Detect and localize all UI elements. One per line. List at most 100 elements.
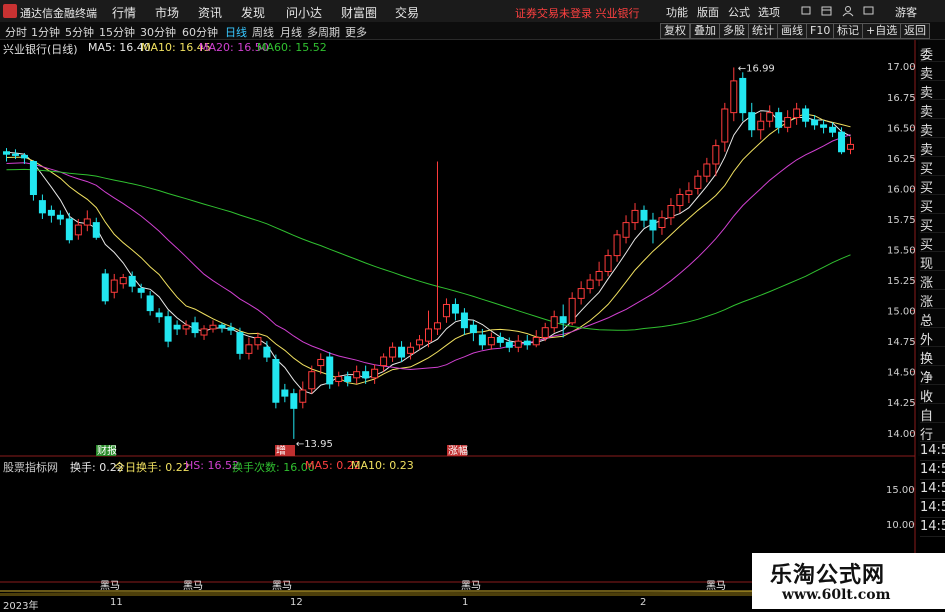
price-tick-label: 16.25 [887, 154, 916, 165]
candle-body [685, 190, 693, 196]
today-huanshou-value: 今日换手: 0.22 [114, 461, 190, 474]
price-tick-label: 16.00 [887, 184, 916, 195]
candle-body [541, 327, 549, 338]
watermark-url: www.60lt.com [782, 587, 891, 603]
candle-body [344, 376, 352, 382]
candle-body [173, 324, 181, 330]
candle-body [218, 324, 226, 329]
candle-body [65, 218, 73, 241]
candle-body [56, 214, 64, 220]
high-price-label: ←16.99 [738, 63, 775, 74]
quote-panel-item: 14:5 [920, 481, 945, 499]
candle-body [425, 328, 432, 342]
candle-body [604, 255, 612, 272]
candle-body [694, 175, 702, 189]
candle-body [847, 143, 855, 150]
candle-body [469, 324, 477, 334]
candle-body [191, 322, 199, 334]
candle-body [308, 371, 316, 390]
candle-body [29, 161, 37, 196]
candle-body [667, 205, 675, 219]
quote-side-panel: 委比卖五卖四卖三卖二卖一买一买二买三买四买五现价涨跌涨幅总量外盘换手净资收益自动… [918, 40, 945, 537]
candle-body [433, 322, 441, 330]
candle-body [272, 358, 280, 403]
candle-body [496, 336, 504, 343]
heima-signal-label: 黑马 [100, 580, 120, 592]
candle-body [460, 312, 468, 329]
quote-panel-item: 现价 [920, 253, 945, 271]
candle-body [164, 316, 172, 342]
candle-body [2, 151, 10, 155]
candle-body [514, 340, 522, 348]
price-tick-label: 16.75 [887, 93, 916, 104]
candle-body [829, 126, 837, 133]
candle-body [200, 328, 208, 336]
quote-panel-item: 自动 [920, 405, 945, 423]
quote-panel-item: 卖三 [920, 101, 945, 119]
candle-body [137, 288, 145, 293]
candle-body [389, 346, 397, 358]
indicator-tick-label: 15.00 [886, 485, 915, 496]
huanshou-count-value: 换手次数: 16.00 [232, 461, 315, 474]
low-price-label: ←13.95 [296, 439, 333, 450]
candle-body [739, 77, 747, 114]
candle-body [263, 346, 271, 358]
candle-body [793, 108, 801, 119]
candle-body [281, 389, 289, 397]
candle-body [613, 234, 621, 257]
indicator-info-bar: 股票指标网 换手: 0.22 今日换手: 0.22 HS: 16.52 换手次数… [0, 458, 915, 475]
date-label: 2 [640, 597, 647, 608]
candle-body [766, 112, 774, 122]
candle-body [380, 356, 388, 367]
price-tick-label: 14.25 [887, 398, 916, 409]
event-marker-label[interactable]: 增 [276, 444, 286, 457]
price-tick-label: 14.75 [887, 337, 916, 348]
candle-body [658, 217, 666, 229]
candle-body [11, 153, 19, 156]
date-label: 11 [110, 597, 123, 608]
candle-body [245, 344, 253, 354]
price-tick-label: 15.00 [887, 307, 916, 318]
candle-body [712, 145, 720, 165]
event-marker-label[interactable]: 财报 [97, 444, 117, 457]
candle-body [146, 295, 154, 312]
quote-panel-item: 卖五 [920, 63, 945, 81]
candle-body [353, 371, 361, 379]
kline-chart[interactable]: 17.00 16.75 16.50 16.25 16.00 15.75 15.50 15.25… [0, 0, 945, 609]
candle-body [595, 270, 603, 281]
candle-body [362, 371, 370, 379]
candle-body [47, 209, 55, 216]
ind-ma10-value: MA10: 0.23 [351, 459, 414, 472]
quote-panel-item: 14:5 [920, 500, 945, 518]
candle-body [110, 279, 118, 293]
event-marker-label[interactable]: 涨幅 [448, 444, 468, 457]
candle-body [335, 376, 343, 382]
candle-body [74, 224, 82, 236]
candle-body [775, 112, 783, 128]
candle-body [227, 327, 235, 331]
candle-body [182, 324, 190, 330]
date-label: 1 [462, 597, 469, 608]
candle-body [640, 209, 648, 221]
candle-body [559, 316, 567, 324]
candle-body [505, 341, 513, 348]
candle-body [398, 346, 406, 358]
candle-body [155, 312, 163, 318]
candle-body [757, 120, 765, 131]
candle-body [622, 222, 630, 238]
candle-body [407, 346, 415, 354]
quote-panel-item: 买一 [920, 158, 945, 176]
quote-panel-item: 涨幅 [920, 291, 945, 309]
candle-body [451, 303, 459, 314]
candle-body [119, 277, 127, 285]
candle-body [721, 108, 729, 143]
candle-body [20, 154, 28, 159]
price-tick-label: 16.50 [887, 123, 916, 134]
ma60-line [6, 168, 851, 331]
candle-body [478, 334, 486, 346]
quote-panel-item: 卖四 [920, 82, 945, 100]
candle-body [92, 222, 100, 238]
quote-panel-item: 买四 [920, 215, 945, 233]
indicator-name[interactable]: 股票指标网 [3, 459, 58, 475]
hs-value: HS: 16.52 [185, 459, 239, 472]
